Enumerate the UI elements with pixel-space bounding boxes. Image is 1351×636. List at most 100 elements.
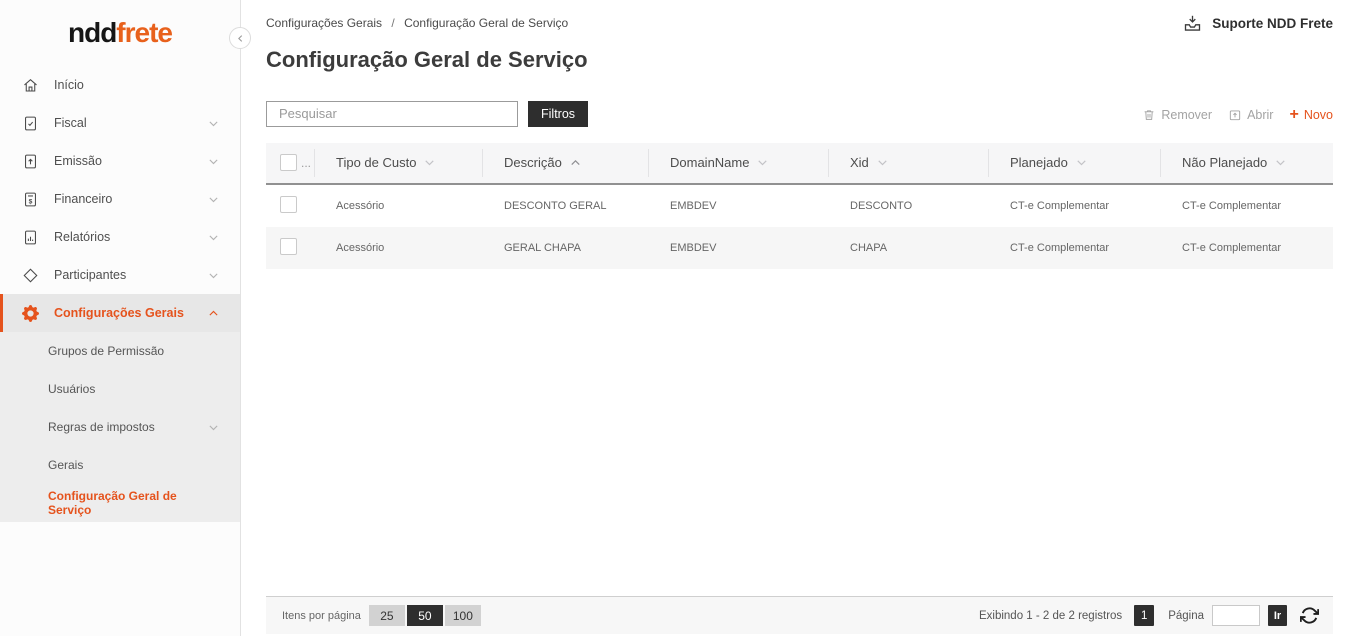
page-title: Configuração Geral de Serviço [266,47,1333,73]
support-link[interactable]: Suporte NDD Frete [1182,13,1333,34]
app-window: nddfrete Início Fiscal [0,0,1351,636]
row-checkbox[interactable] [280,196,297,213]
sidebar-subitem-configuracao-geral-de-servico[interactable]: Configuração Geral de Serviço [0,484,240,522]
logo-text-ndd: ndd [68,17,116,49]
open-button[interactable]: Abrir [1228,108,1273,122]
cell-xid: CHAPA [828,242,988,254]
sidebar-item-fiscal[interactable]: Fiscal [0,104,240,142]
go-button[interactable]: Ir [1268,605,1287,626]
chevron-up-icon [207,307,220,320]
data-table: ... Tipo de Custo Descrição DomainName [266,143,1333,269]
open-window-icon [1228,108,1242,122]
document-dollar-icon: $ [22,191,39,208]
cell-domainname: EMBDEV [648,242,828,254]
breadcrumb-separator: / [391,16,394,30]
sidebar-item-label: Configurações Gerais [54,306,207,320]
sidebar-item-relatorios[interactable]: Relatórios [0,218,240,256]
sidebar-subitem-usuarios[interactable]: Usuários [0,370,240,408]
cell-tipo-de-custo: Acessório [314,242,482,254]
main-content: Configurações Gerais / Configuração Gera… [241,0,1351,636]
cell-nao-planejado: CT-e Complementar [1160,242,1333,254]
chevron-down-icon [207,155,220,168]
sidebar-subitem-gerais[interactable]: Gerais [0,446,240,484]
page-size-50-button[interactable]: 50 [407,605,443,626]
remove-button[interactable]: Remover [1142,108,1212,122]
column-header-label: DomainName [670,155,749,170]
document-upload-icon [22,153,39,170]
sidebar: nddfrete Início Fiscal [0,0,241,636]
sidebar-item-label: Participantes [54,268,207,282]
content-spacer [266,269,1333,596]
sidebar-subitem-grupos-de-permissao[interactable]: Grupos de Permissão [0,332,240,370]
sidebar-collapse-button[interactable] [229,27,251,49]
chevron-down-icon [207,231,220,244]
cell-descricao: GERAL CHAPA [482,242,648,254]
page-number-button[interactable]: 1 [1134,605,1154,626]
page-size-25-button[interactable]: 25 [369,605,405,626]
new-button[interactable]: + Novo [1289,108,1333,122]
chevron-down-icon [207,193,220,206]
cell-xid: DESCONTO [828,200,988,212]
cell-tipo-de-custo: Acessório [314,200,482,212]
app-logo: nddfrete [0,0,240,66]
search-input[interactable] [266,101,518,127]
chevron-down-icon [207,269,220,282]
sidebar-nav: Início Fiscal Emissão [0,66,240,522]
items-per-page-label: Itens por página [282,610,361,622]
chevron-down-icon [207,117,220,130]
refresh-icon[interactable] [1300,606,1319,625]
sidebar-item-inicio[interactable]: Início [0,66,240,104]
sidebar-subitem-label: Gerais [48,458,220,472]
sidebar-item-participantes[interactable]: Participantes [0,256,240,294]
sidebar-item-label: Emissão [54,154,207,168]
column-header-label: Tipo de Custo [336,155,416,170]
home-icon [22,77,39,94]
filters-button[interactable]: Filtros [528,101,588,127]
row-select-cell [266,238,314,258]
pagination-bar: Itens por página 25 50 100 Exibindo 1 - … [266,596,1333,634]
sidebar-item-label: Início [54,78,220,92]
selector-column-label: ... [301,156,311,170]
showing-records-text: Exibindo 1 - 2 de 2 registros [979,610,1122,622]
column-header-label: Descrição [504,155,562,170]
column-header-label: Não Planejado [1182,155,1267,170]
sidebar-item-label: Relatórios [54,230,207,244]
sidebar-subitem-label: Configuração Geral de Serviço [48,489,220,517]
sort-chevron-down-icon [1074,155,1089,170]
column-header-xid[interactable]: Xid [828,143,988,183]
sort-chevron-down-icon [755,155,770,170]
column-header-nao-planejado[interactable]: Não Planejado [1160,143,1333,183]
page-size-100-button[interactable]: 100 [445,605,481,626]
sidebar-subitem-regras-de-impostos[interactable]: Regras de impostos [0,408,240,446]
sidebar-submenu: Grupos de Permissão Usuários Regras de i… [0,332,240,522]
breadcrumb-parent[interactable]: Configurações Gerais [266,16,382,30]
column-header-domainname[interactable]: DomainName [648,143,828,183]
column-header-planejado[interactable]: Planejado [988,143,1160,183]
sidebar-item-emissao[interactable]: Emissão [0,142,240,180]
sidebar-item-financeiro[interactable]: $ Financeiro [0,180,240,218]
table-row[interactable]: Acessório GERAL CHAPA EMBDEV CHAPA CT-e … [266,227,1333,269]
document-check-icon [22,115,39,132]
row-checkbox[interactable] [280,238,297,255]
toolbar: Filtros Remover Abrir + Novo [266,101,1333,127]
cell-planejado: CT-e Complementar [988,242,1160,254]
sort-chevron-down-icon [422,155,437,170]
sort-chevron-down-icon [875,155,890,170]
column-header-tipo-de-custo[interactable]: Tipo de Custo [314,143,482,183]
document-chart-icon [22,229,39,246]
table-header-row: ... Tipo de Custo Descrição DomainName [266,143,1333,185]
column-header-descricao[interactable]: Descrição [482,143,648,183]
column-header-label: Planejado [1010,155,1068,170]
chevron-down-icon [207,421,220,434]
plus-icon: + [1289,109,1298,121]
breadcrumb: Configurações Gerais / Configuração Gera… [266,16,568,30]
page-label: Página [1168,610,1204,622]
sidebar-item-label: Financeiro [54,192,207,206]
breadcrumb-current[interactable]: Configuração Geral de Serviço [404,16,568,30]
support-label: Suporte NDD Frete [1212,16,1333,31]
page-number-input[interactable] [1212,605,1260,626]
table-row[interactable]: Acessório DESCONTO GERAL EMBDEV DESCONTO… [266,185,1333,227]
sidebar-subitem-label: Grupos de Permissão [48,344,220,358]
sidebar-item-configuracoes-gerais[interactable]: Configurações Gerais [0,294,240,332]
select-all-checkbox[interactable] [280,154,297,171]
